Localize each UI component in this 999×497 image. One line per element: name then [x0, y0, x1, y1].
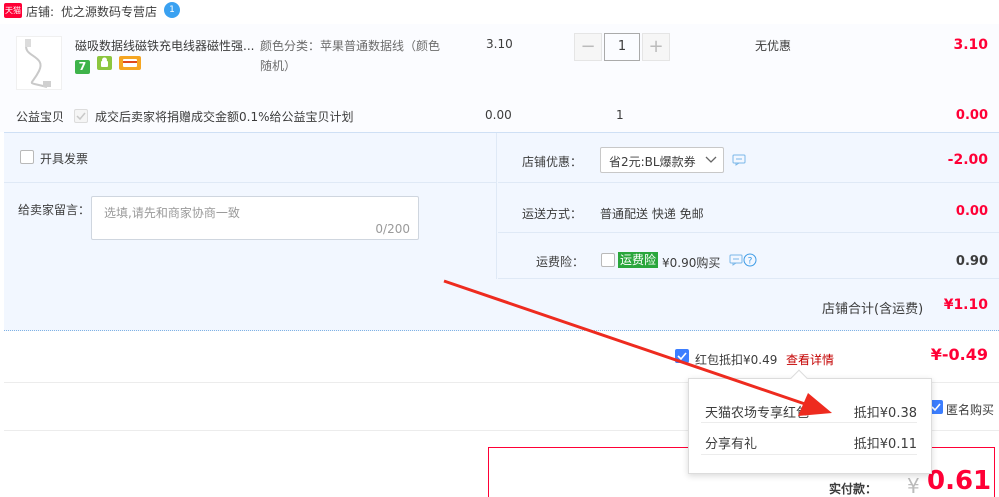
annotation-arrow	[443, 279, 832, 416]
